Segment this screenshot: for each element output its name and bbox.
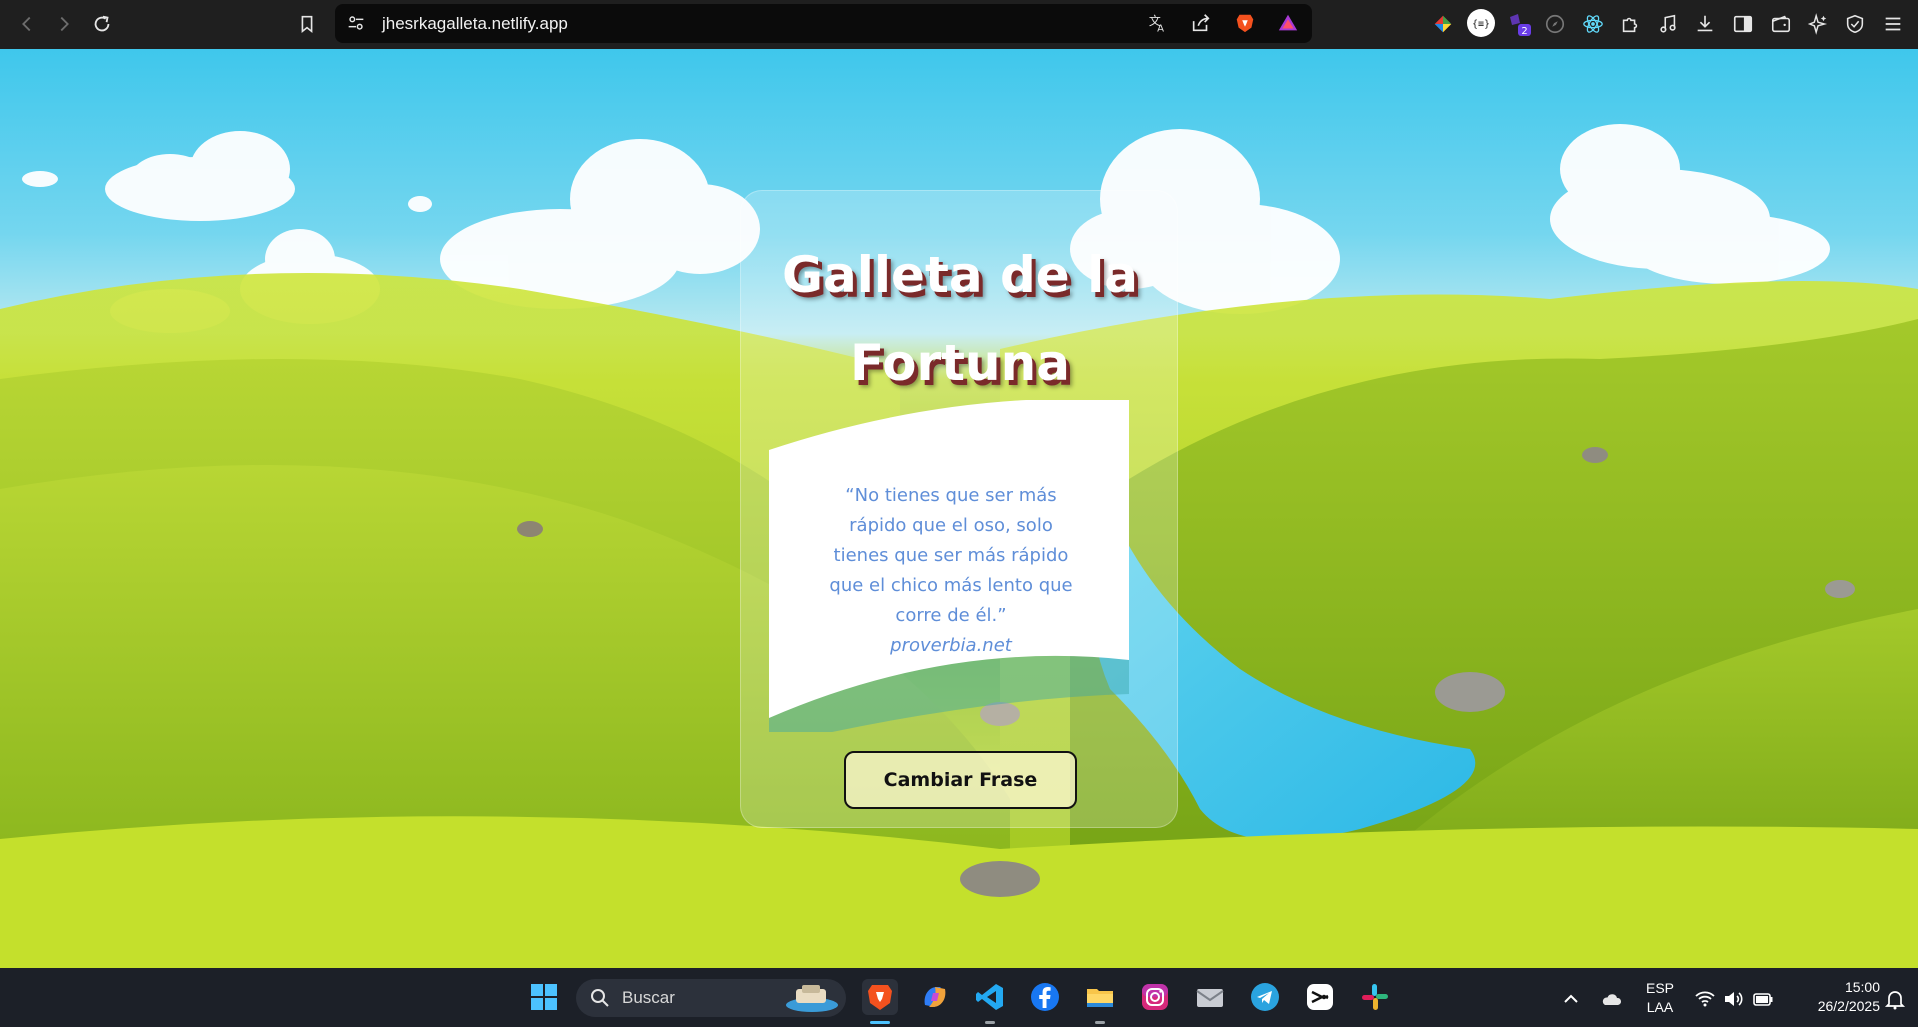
extensions-icon[interactable] (1617, 11, 1643, 37)
vpn-icon[interactable] (1842, 11, 1868, 37)
menu-icon[interactable] (1880, 11, 1906, 37)
battery-icon[interactable] (1752, 988, 1774, 1010)
quote-author: proverbia.net (890, 635, 1012, 656)
forward-icon[interactable] (47, 7, 81, 41)
share-icon[interactable] (1188, 10, 1214, 36)
vscode-icon[interactable] (972, 979, 1008, 1015)
page-title: Galleta de la Fortuna (781, 246, 1138, 392)
svg-text:A: A (1157, 23, 1164, 34)
fortune-card: Galleta de la Fortuna “No tienes que ser… (740, 190, 1178, 828)
browser-toolbar: jhesrkagalleta.netlify.app 文A {≡} 2 (0, 0, 1918, 49)
change-phrase-button[interactable]: Cambiar Frase (844, 751, 1077, 809)
reload-icon[interactable] (85, 7, 119, 41)
instagram-icon[interactable] (1137, 979, 1173, 1015)
json-extension-icon[interactable]: {≡} (1466, 8, 1496, 38)
taskbar-search[interactable]: Buscar (576, 979, 846, 1017)
site-settings-icon[interactable] (343, 10, 369, 36)
svg-text:2: 2 (1521, 26, 1527, 37)
clock-time: 15:00 (1844, 979, 1880, 995)
search-icon (591, 989, 609, 1007)
search-highlight-icon (786, 985, 838, 1012)
slack-icon[interactable] (1357, 979, 1393, 1015)
color-picker-extension-icon[interactable] (1430, 11, 1456, 37)
chevron-up-icon[interactable] (1560, 988, 1582, 1010)
search-placeholder: Buscar (622, 988, 675, 1007)
address-bar[interactable]: jhesrkagalleta.netlify.app 文A (335, 4, 1312, 43)
clock[interactable]: 15:00 26/2/2025 (1790, 978, 1880, 1016)
react-devtools-icon[interactable] (1580, 11, 1606, 37)
capcut-icon[interactable] (1302, 979, 1338, 1015)
telegram-icon[interactable] (1247, 979, 1283, 1015)
brave-shields-icon[interactable] (1232, 10, 1258, 36)
mail-icon[interactable] (1192, 979, 1228, 1015)
windows-start-icon[interactable] (526, 979, 562, 1015)
translate-icon[interactable]: 文A (1145, 10, 1171, 36)
volume-icon[interactable] (1722, 988, 1744, 1010)
compass-icon[interactable] (1542, 11, 1568, 37)
leo-ai-icon[interactable] (1805, 11, 1831, 37)
copilot-icon[interactable] (917, 979, 953, 1015)
facebook-icon[interactable] (1027, 979, 1063, 1015)
quote: “No tienes que ser más rápido que el oso… (821, 481, 1081, 661)
active-indicator (870, 1021, 890, 1024)
language-indicator[interactable]: ESP LAA (1640, 979, 1680, 1017)
language-code: ESP (1645, 980, 1674, 996)
bookmark-icon[interactable] (290, 7, 324, 41)
wallet-icon[interactable] (1768, 11, 1794, 37)
quote-text: “No tienes que ser más rápido que el oso… (829, 485, 1073, 626)
extension-badge-icon[interactable]: 2 (1506, 11, 1532, 37)
media-icon[interactable] (1655, 11, 1681, 37)
running-indicator (985, 1021, 995, 1024)
wifi-icon[interactable] (1694, 988, 1716, 1010)
notification-bell-icon[interactable] (1884, 988, 1906, 1010)
windows-taskbar: Buscar ESP LAA 15:00 26/2/2025 (0, 968, 1918, 1027)
running-indicator (1095, 1021, 1105, 1024)
svg-text:{≡}: {≡} (1472, 19, 1490, 30)
downloads-icon[interactable] (1692, 11, 1718, 37)
onedrive-icon[interactable] (1600, 988, 1622, 1010)
url-text[interactable]: jhesrkagalleta.netlify.app (382, 14, 568, 34)
brave-icon[interactable] (862, 979, 898, 1015)
clock-date: 26/2/2025 (1817, 998, 1880, 1014)
page-viewport: Galleta de la Fortuna “No tienes que ser… (0, 49, 1918, 968)
brave-rewards-icon[interactable] (1275, 10, 1301, 36)
keyboard-layout: LAA (1646, 999, 1674, 1015)
sidebar-icon[interactable] (1730, 11, 1756, 37)
back-icon[interactable] (10, 7, 44, 41)
file-explorer-icon[interactable] (1082, 979, 1118, 1015)
